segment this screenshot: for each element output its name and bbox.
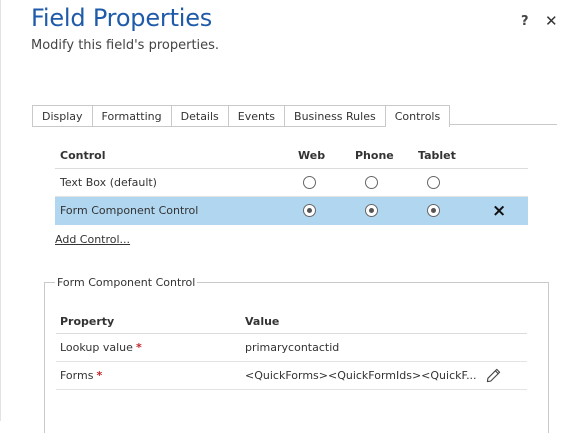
- edit-pencil-icon[interactable]: [486, 368, 501, 386]
- property-value: primarycontactid: [245, 341, 340, 354]
- dialog-title: Field Properties: [31, 4, 213, 32]
- column-header-tablet: Tablet: [418, 149, 456, 162]
- tab-details[interactable]: Details: [170, 105, 228, 127]
- tab-events[interactable]: Events: [227, 105, 285, 127]
- tab-strip: Display Formatting Details Events Busine…: [32, 105, 451, 127]
- tablet-radio[interactable]: [427, 176, 440, 189]
- column-header-web: Web: [298, 149, 326, 162]
- property-name: Forms *: [60, 362, 102, 389]
- required-indicator: *: [96, 369, 103, 382]
- required-indicator: *: [135, 341, 142, 354]
- properties-table: Property Value Lookup value * primarycont…: [56, 312, 527, 390]
- dialog-left-border: [0, 0, 1, 421]
- controls-table-header: Control Web Phone Tablet: [55, 146, 528, 169]
- control-name: Form Component Control: [60, 204, 199, 217]
- column-header-property: Property: [60, 315, 115, 328]
- tab-business-rules[interactable]: Business Rules: [284, 105, 385, 127]
- column-header-control: Control: [60, 149, 106, 162]
- component-properties-legend: Form Component Control: [55, 276, 198, 289]
- tablet-radio-selected[interactable]: [427, 204, 440, 217]
- controls-table: Control Web Phone Tablet Text Box (defau…: [55, 146, 528, 225]
- help-icon[interactable]: ?: [521, 14, 529, 29]
- control-row-form-component[interactable]: Form Component Control ×: [55, 197, 528, 225]
- property-label: Forms: [60, 369, 94, 382]
- add-control-link[interactable]: Add Control...: [55, 233, 130, 246]
- property-label: Lookup value: [60, 341, 133, 354]
- property-name: Lookup value *: [60, 334, 142, 361]
- tab-display[interactable]: Display: [32, 105, 92, 127]
- control-name: Text Box (default): [60, 176, 157, 189]
- control-row-text-box[interactable]: Text Box (default): [55, 169, 528, 197]
- phone-radio-selected[interactable]: [365, 204, 378, 217]
- dialog-subtitle: Modify this field's properties.: [31, 38, 220, 53]
- phone-radio[interactable]: [365, 176, 378, 189]
- property-row-lookup-value: Lookup value * primarycontactid: [56, 334, 527, 362]
- column-header-phone: Phone: [355, 149, 394, 162]
- close-icon[interactable]: ✕: [545, 12, 558, 30]
- active-tab-gap: [385, 124, 450, 125]
- property-row-forms: Forms * <QuickForms><QuickFormIds><QuickF…: [56, 362, 527, 390]
- column-header-value: Value: [245, 315, 280, 328]
- properties-table-header: Property Value: [56, 312, 527, 334]
- remove-control-icon[interactable]: ×: [492, 198, 506, 225]
- tab-formatting[interactable]: Formatting: [91, 105, 171, 127]
- property-value: <QuickForms><QuickFormIds><QuickF...: [245, 369, 477, 382]
- web-radio[interactable]: [303, 176, 316, 189]
- web-radio-selected[interactable]: [303, 204, 316, 217]
